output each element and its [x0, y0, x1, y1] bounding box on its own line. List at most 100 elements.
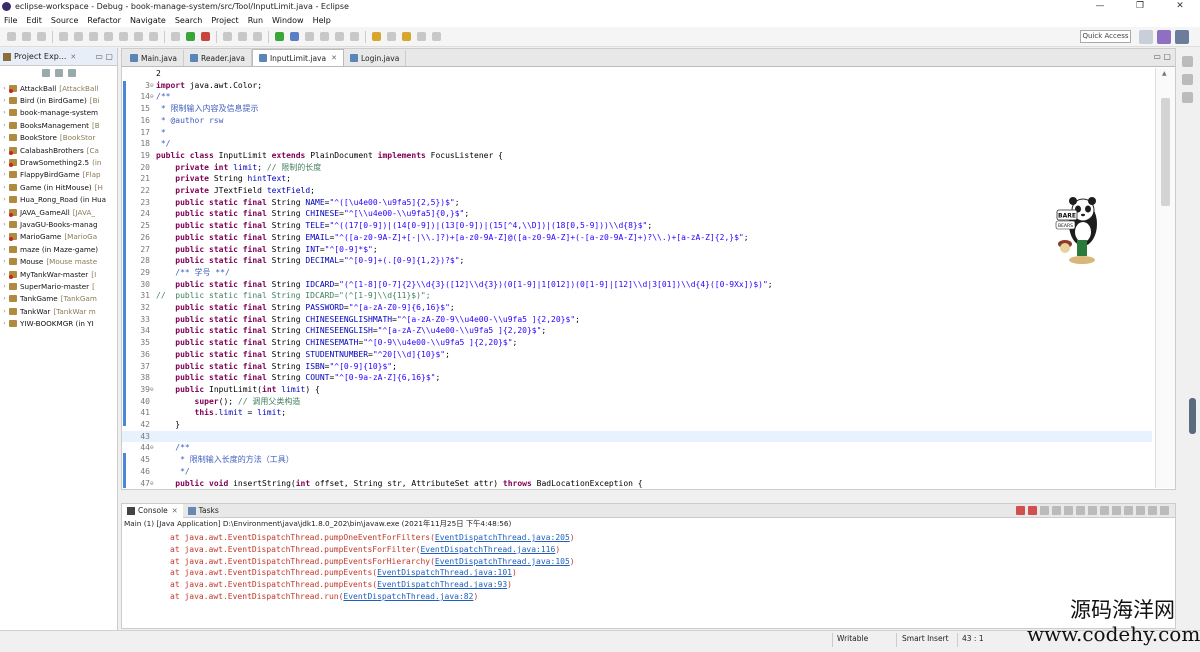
step-return-icon[interactable] — [149, 32, 158, 41]
step-over-icon[interactable] — [134, 32, 143, 41]
project-explorer-tab[interactable]: Project Exp... ✕ ▭ ▢ — [0, 48, 117, 66]
expand-arrow-icon[interactable]: › — [0, 271, 9, 278]
project-item[interactable]: › MyTankWar-master [I — [0, 268, 117, 280]
restore-icon[interactable] — [1182, 56, 1193, 67]
stack-trace-link[interactable]: EventDispatchThread.java:116 — [420, 545, 555, 554]
expand-arrow-icon[interactable]: › — [0, 109, 9, 116]
scroll-up-icon[interactable]: ▲ — [1162, 70, 1167, 77]
expand-arrow-icon[interactable]: › — [0, 233, 9, 240]
maximize-icon[interactable] — [1160, 506, 1169, 515]
menu-run[interactable]: Run — [248, 16, 263, 25]
expand-arrow-icon[interactable]: › — [0, 283, 9, 290]
save-icon[interactable] — [22, 32, 31, 41]
expand-arrow-icon[interactable]: › — [0, 97, 9, 104]
new-icon[interactable] — [7, 32, 16, 41]
project-item[interactable]: › BookStore [BookStor — [0, 132, 117, 144]
open-perspective-icon[interactable] — [1139, 30, 1153, 44]
open-console-icon[interactable] — [1136, 506, 1145, 515]
maximize-button[interactable]: ❐ — [1120, 0, 1160, 13]
minimize-button[interactable]: — — [1080, 0, 1120, 13]
expand-arrow-icon[interactable]: › — [0, 184, 9, 191]
stack-trace-link[interactable]: EventDispatchThread.java:101 — [377, 568, 512, 577]
project-item[interactable]: › YIW-BOOKMGR (in YI — [0, 317, 117, 329]
open-task-icon[interactable] — [290, 32, 299, 41]
quick-access-field[interactable]: Quick Access — [1080, 30, 1131, 43]
close-icon[interactable]: ✕ — [172, 507, 178, 515]
show-whitespace-icon[interactable] — [350, 32, 359, 41]
scroll-lock-icon[interactable] — [1064, 506, 1073, 515]
resume-icon[interactable] — [59, 32, 68, 41]
print-icon[interactable] — [37, 32, 46, 41]
debug-perspective-icon[interactable] — [1175, 30, 1189, 44]
menu-window[interactable]: Window — [272, 16, 304, 25]
pin-console-icon[interactable] — [1112, 506, 1121, 515]
link-with-editor-icon[interactable] — [54, 69, 63, 77]
menu-navigate[interactable]: Navigate — [130, 16, 166, 25]
new-package-icon[interactable] — [238, 32, 247, 41]
task-list-icon[interactable] — [1182, 92, 1193, 103]
expand-arrow-icon[interactable]: › — [0, 147, 9, 154]
collapse-all-icon[interactable] — [41, 69, 50, 77]
project-item[interactable]: › Bird (in BirdGame) [Bi — [0, 94, 117, 106]
minimize-maximize-icon[interactable]: ▭ ▢ — [95, 52, 113, 61]
close-icon[interactable]: ✕ — [331, 54, 337, 62]
menu-file[interactable]: File — [4, 16, 17, 25]
tab-login[interactable]: Login.java — [344, 50, 407, 66]
back-icon[interactable] — [417, 32, 426, 41]
fold-toggle-icon[interactable]: ⊖ — [150, 442, 154, 454]
forward-icon[interactable] — [432, 32, 441, 41]
stack-trace-link[interactable]: EventDispatchThread.java:205 — [435, 533, 570, 542]
menu-search[interactable]: Search — [175, 16, 202, 25]
view-menu-icon[interactable] — [67, 69, 76, 77]
block-selection-icon[interactable] — [335, 32, 344, 41]
expand-arrow-icon[interactable]: › — [0, 134, 9, 141]
stack-trace-link[interactable]: EventDispatchThread.java:82 — [343, 592, 473, 601]
new-class-icon[interactable] — [253, 32, 262, 41]
show-console-stdout-icon[interactable] — [1088, 506, 1097, 515]
open-type-icon[interactable] — [275, 32, 284, 41]
project-item[interactable]: › TankWar [TankWar m — [0, 305, 117, 317]
project-item[interactable]: › DrawSomething2.5 (in — [0, 156, 117, 168]
previous-annotation-icon[interactable] — [387, 32, 396, 41]
expand-arrow-icon[interactable]: › — [0, 295, 9, 302]
toggle-mark-occurrences-icon[interactable] — [320, 32, 329, 41]
project-item[interactable]: › AttackBall [AttackBall — [0, 82, 117, 94]
project-item[interactable]: › CalabashBrothers [Ca — [0, 144, 117, 156]
project-item[interactable]: › maze (in Maze-game) — [0, 243, 117, 255]
project-item[interactable]: › Mouse [Mouse maste — [0, 255, 117, 267]
editor-scrollbar-thumb[interactable] — [1161, 98, 1170, 206]
window-resize-handle[interactable] — [1189, 398, 1196, 434]
editor-minimize-maximize-icon[interactable]: ▭ ▢ — [1153, 52, 1171, 61]
close-button[interactable]: ✕ — [1160, 0, 1200, 13]
expand-arrow-icon[interactable]: › — [0, 221, 9, 228]
tab-console[interactable]: Console ✕ — [122, 503, 183, 518]
menu-source[interactable]: Source — [51, 16, 78, 25]
terminate-icon[interactable] — [1016, 506, 1025, 515]
menu-edit[interactable]: Edit — [26, 16, 42, 25]
editor-scrollbar[interactable]: ▲ — [1155, 68, 1175, 488]
expand-arrow-icon[interactable]: › — [0, 159, 9, 166]
clear-console-icon[interactable] — [1052, 506, 1061, 515]
display-console-icon[interactable] — [1124, 506, 1133, 515]
project-item[interactable]: › book-manage-system — [0, 107, 117, 119]
stack-trace-link[interactable]: EventDispatchThread.java:105 — [435, 557, 570, 566]
new-java-project-icon[interactable] — [223, 32, 232, 41]
close-icon[interactable]: ✕ — [70, 53, 76, 61]
expand-arrow-icon[interactable]: › — [0, 246, 9, 253]
fold-toggle-icon[interactable]: ⊖ — [150, 80, 154, 92]
tab-tasks[interactable]: Tasks — [183, 506, 224, 515]
remove-launch-icon[interactable] — [1028, 506, 1037, 515]
project-item[interactable]: › Game (in HitMouse) [H — [0, 181, 117, 193]
code-view[interactable]: 2 3 ⊖ import java.awt.Color; 14 ⊖/** 15 * 限制输入… — [122, 68, 1152, 488]
expand-arrow-icon[interactable]: › — [0, 320, 9, 327]
tab-reader[interactable]: Reader.java — [184, 50, 252, 66]
project-item[interactable]: › TankGame [TankGam — [0, 293, 117, 305]
fold-toggle-icon[interactable]: ⊖ — [150, 478, 154, 489]
word-wrap-icon[interactable] — [1076, 506, 1085, 515]
project-item[interactable]: › FlappyBirdGame [Flap — [0, 169, 117, 181]
run-icon[interactable] — [186, 32, 195, 41]
expand-arrow-icon[interactable]: › — [0, 85, 9, 92]
project-item[interactable]: › JAVA_GameAll [JAVA_ — [0, 206, 117, 218]
menu-refactor[interactable]: Refactor — [87, 16, 121, 25]
tab-inputlimit[interactable]: InputLimit.java ✕ — [251, 49, 344, 66]
